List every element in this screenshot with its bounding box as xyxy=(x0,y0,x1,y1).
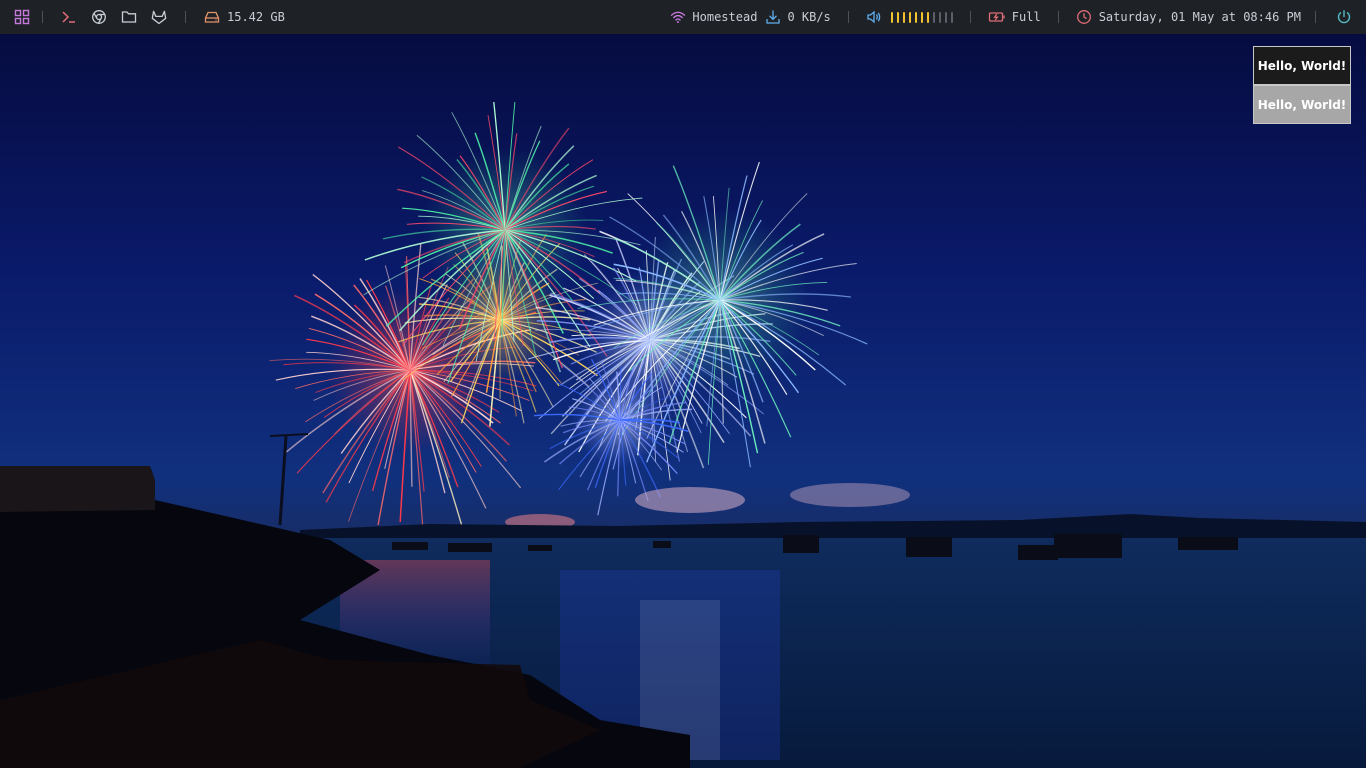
terminal-icon[interactable] xyxy=(61,9,77,25)
clock-icon xyxy=(1076,9,1092,25)
battery-status-text: Full xyxy=(1011,10,1041,24)
volume-segment xyxy=(944,11,947,23)
separator xyxy=(185,11,186,23)
volume-segment xyxy=(908,11,911,23)
apps-grid-icon[interactable] xyxy=(14,9,30,25)
notification-popup[interactable]: Hello, World! xyxy=(1253,46,1351,85)
bar-right-modules: Homestead 0 KB/s Full Saturday, 01 May a… xyxy=(670,0,1352,34)
wifi-ssid-text: Homestead xyxy=(692,10,758,24)
folder-icon[interactable] xyxy=(121,9,137,25)
desktop: 15.42 GB Homestead 0 KB/s Full Saturday,… xyxy=(0,0,1366,768)
battery-icon xyxy=(988,9,1006,25)
volume-segment xyxy=(902,11,905,23)
disk-icon xyxy=(204,9,220,25)
bar-left-modules: 15.42 GB xyxy=(14,0,285,34)
wifi-icon xyxy=(670,9,686,25)
gitlab-icon[interactable] xyxy=(151,9,167,25)
volume-level-bar[interactable] xyxy=(890,11,953,23)
separator xyxy=(1315,11,1316,23)
clock-text[interactable]: Saturday, 01 May at 08:46 PM xyxy=(1099,10,1301,24)
disk-free-text: 15.42 GB xyxy=(227,10,285,24)
volume-segment xyxy=(896,11,899,23)
volume-segment xyxy=(926,11,929,23)
download-rate-text: 0 KB/s xyxy=(787,10,831,24)
volume-segment xyxy=(890,11,893,23)
volume-segment xyxy=(932,11,935,23)
wallpaper xyxy=(0,0,1366,768)
status-bar: 15.42 GB Homestead 0 KB/s Full Saturday,… xyxy=(0,0,1366,34)
download-icon xyxy=(765,9,781,25)
separator xyxy=(847,11,849,23)
volume-icon[interactable] xyxy=(866,9,882,25)
browser-icon[interactable] xyxy=(91,9,107,25)
power-icon[interactable] xyxy=(1336,9,1352,25)
volume-segment xyxy=(950,11,953,23)
notification-popup[interactable]: Hello, World! xyxy=(1253,85,1351,124)
volume-segment xyxy=(920,11,923,23)
separator xyxy=(42,11,43,23)
volume-segment xyxy=(938,11,941,23)
separator xyxy=(1057,11,1059,23)
volume-segment xyxy=(914,11,917,23)
separator xyxy=(969,11,971,23)
